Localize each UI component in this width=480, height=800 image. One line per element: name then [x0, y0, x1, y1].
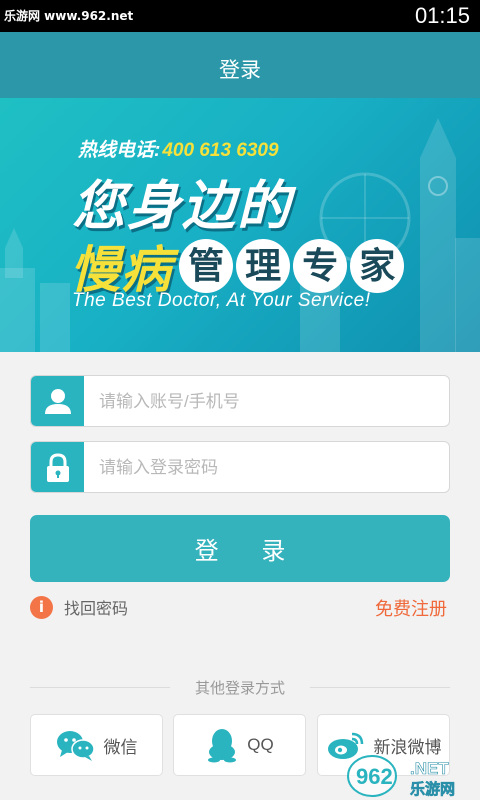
title-bar: 登录 — [0, 32, 480, 98]
clock: 01:15 — [414, 3, 470, 28]
qq-login-button[interactable]: QQ — [173, 714, 306, 776]
user-icon — [31, 376, 84, 426]
watermark-suffix: .NET — [410, 759, 449, 778]
qq-icon — [208, 729, 237, 763]
other-login-title: 其他登录方式 — [194, 680, 285, 697]
hotline: 热线电话: 400 613 6309 — [78, 135, 279, 162]
circle-char: 专 — [293, 239, 348, 293]
password-field[interactable] — [30, 441, 450, 493]
qq-label: QQ — [247, 735, 274, 754]
watermark-number: 962 — [356, 764, 393, 789]
register-link[interactable]: 免费注册 — [375, 595, 447, 621]
promo-banner: 热线电话: 400 613 6309 您身边的 慢病 管 理 专 家 The Be… — [0, 98, 480, 352]
hotline-label: 热线电话: — [78, 140, 161, 161]
wechat-icon — [56, 731, 95, 761]
login-button[interactable]: 登 录 — [30, 515, 450, 582]
page-title: 登录 — [219, 59, 261, 82]
watermark-text: 乐游网 www.962.net — [4, 9, 134, 23]
banner-circle-words: 管 理 专 家 — [179, 239, 405, 293]
site-watermark-logo: 962 .NET 乐游网 — [347, 755, 455, 798]
forgot-password-label: 找回密码 — [64, 601, 129, 618]
account-field[interactable] — [30, 375, 450, 427]
other-login-divider: 其他登录方式 — [30, 680, 450, 697]
wechat-label: 微信 — [103, 737, 138, 757]
banner-headline-2: 慢病 管 理 专 家 — [70, 230, 405, 298]
circle-char: 管 — [179, 239, 234, 293]
banner-headline-1: 您身边的 — [72, 177, 292, 236]
banner-slogan: The Best Doctor, At Your Service! — [72, 290, 371, 311]
account-input[interactable] — [97, 376, 441, 426]
forgot-password-link[interactable]: i 找回密码 — [30, 594, 128, 620]
info-icon: i — [30, 595, 53, 619]
status-bar: 乐游网 www.962.net 01:15 — [0, 0, 480, 32]
circle-char: 家 — [350, 239, 405, 293]
wechat-login-button[interactable]: 微信 — [30, 714, 163, 776]
hotline-number: 400 613 6309 — [162, 140, 279, 161]
watermark-sub: 乐游网 — [410, 780, 455, 798]
lock-icon — [31, 442, 84, 492]
password-input[interactable] — [97, 442, 441, 492]
circle-char: 理 — [236, 239, 291, 293]
